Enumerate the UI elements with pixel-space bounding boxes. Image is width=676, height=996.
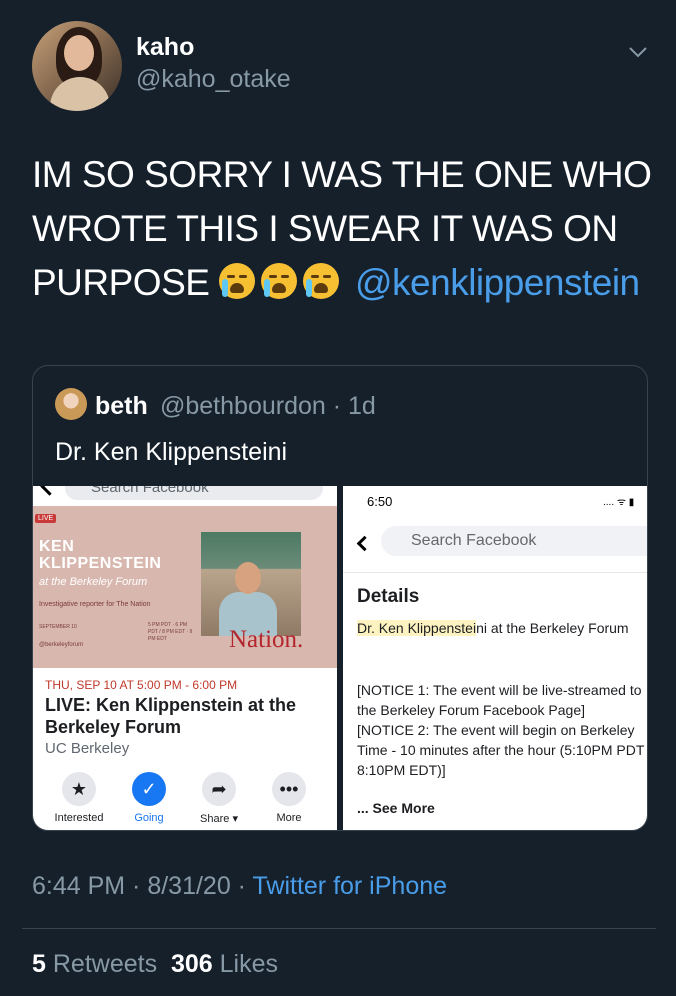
divider — [22, 928, 656, 929]
going-button[interactable]: ✓ Going — [113, 772, 185, 824]
event-date: THU, SEP 10 AT 5:00 PM - 6:00 PM — [45, 678, 238, 692]
screenshot-event[interactable]: Search Facebook LIVE KEN KLIPPENSTEIN at… — [33, 486, 337, 830]
search-field: Search Facebook — [65, 486, 323, 500]
details-heading: Details — [357, 586, 420, 607]
more-icon: ••• — [272, 772, 306, 806]
author-handle[interactable]: @kaho_otake — [136, 65, 291, 94]
source-link[interactable]: Twitter for iPhone — [253, 872, 448, 900]
live-badge: LIVE — [35, 514, 57, 523]
star-icon: ★ — [62, 772, 96, 806]
more-button[interactable]: ••• More — [253, 772, 325, 824]
banner-date: SEPTEMBER 10 — [39, 624, 77, 630]
tweet-text: IM SO SORRY I WAS THE ONE WHO WROTE THIS… — [32, 148, 652, 310]
interested-button[interactable]: ★ Interested — [43, 772, 115, 824]
search-field: Search Facebook — [381, 526, 647, 556]
nation-logo: Nation. — [229, 626, 304, 653]
quoted-name: beth — [95, 392, 148, 420]
details-line: Dr. Ken Klippensteini at the Berkeley Fo… — [357, 620, 629, 636]
divider — [343, 572, 647, 573]
banner-role: Investigative reporter for The Nation — [39, 601, 151, 608]
banner-times: 5 PM PDT · 6 PM PDT / 8 PM EDT · 9 PM ED… — [148, 622, 193, 642]
banner-subtitle: at the Berkeley Forum — [39, 576, 148, 588]
back-icon — [356, 535, 373, 552]
event-banner: LIVE KEN KLIPPENSTEIN at the Berkeley Fo… — [33, 506, 337, 668]
wifi-icon: .... ᯤ ▮ — [603, 497, 635, 508]
speaker-photo — [201, 532, 301, 636]
share-icon: ➦ — [202, 772, 236, 806]
see-more-link[interactable]: ... See More — [357, 800, 435, 816]
share-button[interactable]: ➦ Share ▾ — [183, 772, 255, 825]
crying-emoji-icon — [219, 262, 355, 303]
check-icon: ✓ — [132, 772, 166, 806]
event-title: LIVE: Ken Klippenstein at the Berkeley F… — [45, 695, 297, 737]
author-name[interactable]: kaho — [136, 33, 194, 62]
banner-social: @berkeleyforum — [39, 642, 84, 648]
chevron-down-icon[interactable] — [628, 42, 648, 62]
event-location: UC Berkeley — [45, 740, 130, 757]
avatar[interactable] — [32, 21, 122, 111]
banner-title: KEN KLIPPENSTEIN — [39, 538, 162, 572]
quoted-handle: @bethbourdon · 1d — [160, 392, 376, 420]
notice-text: [NOTICE 1: The event will be live-stream… — [357, 682, 645, 778]
quoted-text: Dr. Ken Klippensteini — [55, 438, 288, 466]
tweet-meta: 6:44 PM · 8/31/20 · Twitter for iPhone — [32, 872, 448, 900]
quoted-avatar[interactable] — [55, 388, 87, 420]
tweet-stats[interactable]: 5 Retweets 306 Likes — [32, 950, 278, 979]
quoted-tweet[interactable]: beth @bethbourdon · 1d Dr. Ken Klippenst… — [32, 365, 648, 831]
status-time: 6:50 — [367, 494, 393, 509]
mention-link[interactable]: @kenklippenstein — [355, 262, 640, 303]
screenshot-details[interactable]: 6:50 .... ᯤ ▮ Search Facebook Details Dr… — [343, 486, 647, 830]
back-icon — [40, 486, 59, 496]
